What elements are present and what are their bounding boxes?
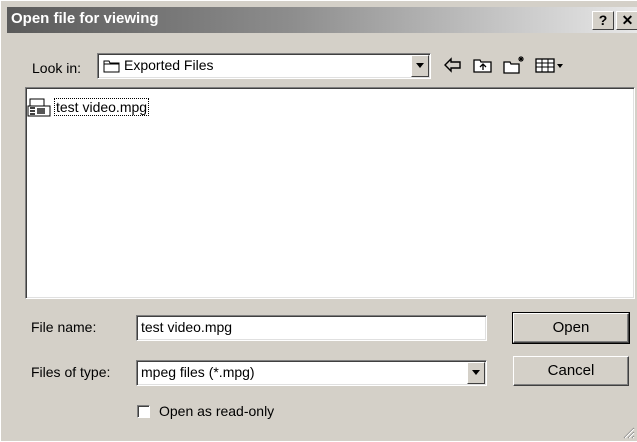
files-of-type-dropdown-arrow[interactable] (467, 362, 485, 384)
window-title: Open file for viewing (11, 10, 159, 27)
open-button[interactable]: Open (512, 312, 630, 344)
files-of-type-label: Files of type: (31, 364, 111, 380)
look-in-value: Exported Files (124, 57, 214, 73)
look-in-combo[interactable]: Exported Files (97, 53, 431, 79)
look-in-label: Look in: (32, 60, 82, 76)
file-name-label: File name: (31, 319, 97, 335)
up-folder-icon[interactable] (472, 54, 494, 76)
video-file-icon (27, 97, 53, 122)
folder-icon (103, 58, 121, 77)
file-name-value: test video.mpg (141, 319, 233, 335)
close-button[interactable]: ✕ (616, 11, 637, 30)
title-bar[interactable]: Open file for viewing ? ✕ (7, 7, 637, 33)
read-only-checkbox[interactable] (137, 405, 150, 418)
resize-grip-icon[interactable] (621, 425, 635, 439)
file-name-label: test video.mpg (54, 98, 150, 116)
file-name-input[interactable]: test video.mpg (136, 315, 487, 341)
file-list[interactable] (25, 87, 635, 299)
view-menu-icon[interactable] (534, 54, 568, 76)
read-only-label[interactable]: Open as read-only (159, 403, 274, 419)
back-arrow-icon[interactable] (442, 54, 464, 76)
cancel-button[interactable]: Cancel (513, 356, 629, 386)
open-file-dialog: Open file for viewing ? ✕ Look in: Expor… (0, 0, 637, 441)
look-in-dropdown-arrow[interactable] (411, 55, 429, 77)
help-button[interactable]: ? (592, 11, 614, 30)
new-folder-icon[interactable] (502, 54, 524, 76)
files-of-type-value: mpeg files (*.mpg) (141, 364, 255, 380)
files-of-type-select[interactable]: mpeg files (*.mpg) (136, 360, 487, 386)
